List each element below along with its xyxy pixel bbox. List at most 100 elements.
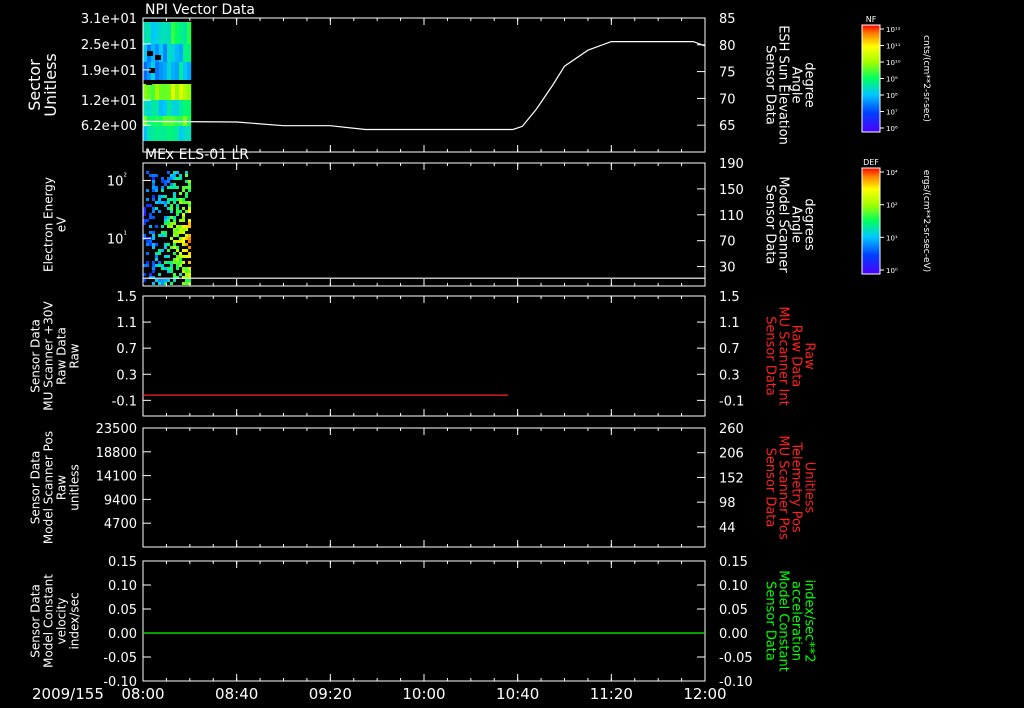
heatmap-cell — [147, 84, 152, 100]
y-tick-label-exp: ² — [123, 172, 127, 182]
heatmap-cell — [167, 177, 170, 180]
heatmap-cell — [185, 180, 188, 183]
heatmap-cell — [179, 273, 182, 276]
heatmap-cell — [152, 183, 155, 186]
heatmap-cell — [164, 219, 167, 222]
heatmap-cell — [161, 189, 164, 192]
heatmap-cell — [179, 210, 182, 213]
heatmap-cell — [146, 219, 149, 222]
y-axis-label-line: Sensor Data — [29, 584, 43, 658]
heatmap-cell — [171, 22, 176, 44]
y-tick-label-left: 0.00 — [108, 627, 137, 642]
heatmap-cell — [185, 279, 188, 282]
heatmap-cell — [176, 198, 179, 201]
heatmap-cell — [164, 255, 167, 258]
heatmap-cell — [187, 84, 192, 100]
heatmap-cell — [158, 249, 161, 252]
y-tick-label-left: 23500 — [96, 422, 137, 437]
heatmap-cell — [185, 228, 188, 231]
heatmap-cell — [170, 267, 173, 270]
x-tick-label: 08:40 — [215, 685, 258, 703]
heatmap-cell — [185, 273, 188, 276]
heatmap-cell — [176, 246, 179, 249]
y-axis-label-line: MU Scanner Pos — [776, 435, 791, 540]
heatmap-cell — [179, 264, 182, 267]
heatmap-cell — [164, 279, 167, 282]
heatmap-cell — [188, 189, 191, 192]
x-tick-label: 09:20 — [309, 685, 352, 703]
y-axis-label-line: MU Scanner Int — [776, 306, 791, 405]
heatmap-cell — [167, 249, 170, 252]
y-tick-label-left: 1.5 — [116, 290, 137, 305]
y-tick-label-right: 98 — [719, 496, 736, 511]
heatmap-cell — [182, 207, 185, 210]
x-tick-label: 12:00 — [683, 685, 726, 703]
heatmap-cell — [164, 201, 167, 204]
heatmap-cell — [152, 237, 155, 240]
heatmap-cell — [170, 264, 173, 267]
heatmap-cell — [146, 171, 149, 174]
y-tick-label-right: -0.1 — [719, 394, 744, 409]
x-tick-label: 10:40 — [496, 685, 539, 703]
heatmap-cell — [176, 240, 179, 243]
heatmap-cell — [185, 171, 188, 174]
heatmap-cell — [170, 270, 173, 273]
heatmap-cell — [173, 174, 176, 177]
heatmap-cell — [152, 261, 155, 264]
y-tick-label-left: 0.05 — [108, 603, 137, 618]
heatmap-cell — [183, 62, 188, 80]
colorbar-tick-label: 10⁹ — [886, 76, 898, 84]
heatmap-cell — [173, 171, 176, 174]
heatmap-cell — [175, 44, 180, 62]
heatmap-cell — [171, 126, 176, 141]
colorbar-gradient — [861, 24, 881, 133]
y-tick-label-right: 0.10 — [719, 579, 748, 594]
y-tick-label-left: 0.3 — [116, 368, 137, 383]
heatmap-cell — [173, 252, 176, 255]
heatmap-cell — [182, 228, 185, 231]
heatmap-gap — [149, 68, 155, 73]
heatmap-cell — [175, 84, 180, 100]
heatmap-cell — [170, 204, 173, 207]
heatmap-cell — [173, 195, 176, 198]
heatmap-cell — [188, 183, 191, 186]
y-tick-label-right: -0.05 — [719, 651, 753, 666]
heatmap-cell — [163, 44, 168, 62]
heatmap-cell — [182, 186, 185, 189]
heatmap-cell — [179, 261, 182, 264]
heatmap-cell — [149, 213, 152, 216]
y-tick-label-left: 3.1e+01 — [81, 12, 137, 27]
heatmap-cell — [152, 207, 155, 210]
heatmap-cell — [167, 171, 170, 174]
heatmap-cell — [167, 207, 170, 210]
y-tick-label-left: -0.05 — [103, 651, 137, 666]
y-axis-label-line: Sensor Data — [763, 581, 778, 661]
heatmap-cell — [143, 62, 148, 80]
heatmap-gap — [147, 51, 153, 56]
heatmap-cell — [173, 177, 176, 180]
heatmap-cell — [167, 84, 172, 100]
heatmap-cell — [188, 186, 191, 189]
heatmap-cell — [170, 186, 173, 189]
y-tick-label-right: 80 — [719, 39, 736, 54]
heatmap-cell — [173, 258, 176, 261]
y-tick-label-right: 85 — [719, 12, 736, 27]
heatmap-cell — [185, 195, 188, 198]
heatmap-cell — [188, 210, 191, 213]
heatmap-cell — [179, 116, 184, 126]
heatmap-cell — [170, 174, 173, 177]
heatmap-cell — [179, 252, 182, 255]
heatmap-cell — [188, 180, 191, 183]
heatmap-cell — [179, 126, 184, 141]
heatmap-cell — [188, 207, 191, 210]
heatmap-cell — [146, 243, 149, 246]
heatmap-cell — [183, 116, 188, 126]
heatmap-cell — [161, 279, 164, 282]
heatmap-cell — [182, 201, 185, 204]
y-tick-label-right: 65 — [719, 119, 736, 134]
y-axis-label-line: Angle — [789, 67, 804, 104]
heatmap-cell — [188, 240, 191, 243]
heatmap-cell — [182, 237, 185, 240]
heatmap-cell — [170, 183, 173, 186]
date-label: 2009/155 — [32, 685, 104, 703]
